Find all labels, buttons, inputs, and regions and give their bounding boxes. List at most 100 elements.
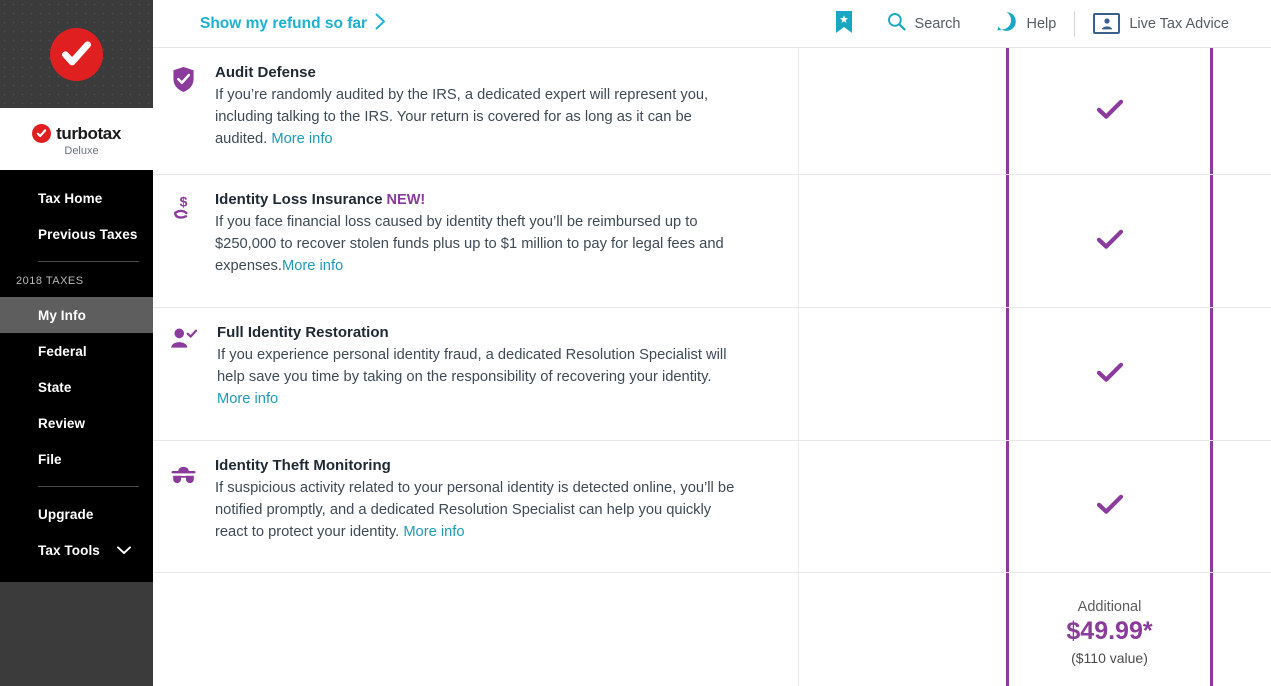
table-row: Audit Defense If you’re randomly audited… [153,48,1271,175]
sidebar-item-previous-taxes[interactable]: Previous Taxes [0,216,153,252]
help-icon: ? [996,11,1017,36]
sidebar-filler [0,582,153,686]
more-info-link[interactable]: More info [271,131,332,147]
plan-column-end [1213,441,1271,572]
feature-cell: Full Identity Restoration If you experie… [153,308,798,440]
plan-column-basic [798,308,1006,440]
price-spacer [153,573,798,686]
live-advisor-icon [1093,13,1121,34]
sidebar-item-upgrade[interactable]: Upgrade [0,496,153,532]
sidebar-item-label: Tax Tools [38,542,100,558]
show-refund-link[interactable]: Show my refund so far [200,13,386,35]
sidebar-item-label: State [38,379,72,395]
plan-column-end [1213,48,1271,174]
feature-description: If you’re randomly audited by the IRS, a… [215,84,730,151]
plan-column-highlighted [1006,48,1213,174]
search-icon [887,12,906,35]
shield-check-icon [167,66,199,96]
sidebar-logo: turbotax Deluxe [0,108,153,170]
plan-column-basic [798,175,1006,307]
feature-title: Identity Theft Monitoring [215,457,391,474]
sidebar-section-label: 2018 TAXES [16,275,84,287]
brand-wordmark: turbotax [56,123,121,143]
main-content: Show my refund so far Search ? Help Live… [153,0,1271,686]
detective-hat-icon [167,463,199,493]
sidebar-divider-2 [38,486,139,487]
check-icon [1095,357,1125,392]
sidebar-nav: Tax Home Previous Taxes 2018 TAXES My In… [0,170,153,582]
table-row: Identity Theft Monitoring If suspicious … [153,441,1271,573]
sidebar-item-label: Previous Taxes [38,226,138,242]
show-refund-label: Show my refund so far [200,14,368,32]
plan-column-end [1213,175,1271,307]
more-info-link[interactable]: More info [282,258,343,274]
sidebar: turbotax Deluxe Tax Home Previous Taxes … [0,0,153,686]
price-amount: $49.99* [1066,617,1153,645]
plan-column-highlighted [1006,175,1213,307]
feature-cell: Audit Defense If you’re randomly audited… [153,48,798,174]
app-root: turbotax Deluxe Tax Home Previous Taxes … [0,0,1271,686]
feature-title: Full Identity Restoration [217,324,389,341]
chevron-down-icon [117,545,131,555]
table-row: $ Identity Loss Insurance NEW! If you fac… [153,175,1271,308]
sidebar-item-tax-tools[interactable]: Tax Tools [0,532,153,568]
turbotax-check-badge-icon [50,27,103,81]
sidebar-item-label: My Info [38,307,86,323]
search-label: Search [914,15,961,32]
sidebar-item-label: Upgrade [38,506,94,522]
check-icon [1095,489,1125,524]
plan-column-highlighted [1006,308,1213,440]
sidebar-item-my-info[interactable]: My Info [0,297,153,333]
feature-description: If suspicious activity related to your p… [215,477,739,544]
feature-title: Audit Defense [215,64,316,81]
chevron-right-icon [375,13,386,35]
brand-edition: Deluxe [64,144,99,157]
feature-title-text: Identity Loss Insurance [215,191,383,208]
check-icon [1095,94,1125,129]
more-info-link[interactable]: More info [403,524,464,540]
hand-dollar-icon: $ [167,193,199,223]
sidebar-item-federal[interactable]: Federal [0,333,153,369]
sidebar-item-label: File [38,451,62,467]
feature-cell: $ Identity Loss Insurance NEW! If you fac… [153,175,798,307]
more-info-link[interactable]: More info [217,391,278,407]
price-label: Additional [1077,599,1142,615]
check-icon [1095,224,1125,259]
table-row: Full Identity Restoration If you experie… [153,308,1271,441]
feature-description: If you experience personal identity frau… [217,344,732,411]
features-table: Audit Defense If you’re randomly audited… [153,48,1271,686]
sidebar-item-label: Review [38,415,86,431]
plan-column-basic [798,441,1006,572]
price-value-note: ($110 value) [1071,650,1148,666]
feature-title: Identity Loss Insurance NEW! [215,191,730,208]
sidebar-item-label: Tax Home [38,190,103,206]
sidebar-item-state[interactable]: State [0,369,153,405]
plan-column-end [1213,573,1271,686]
feature-cell: Identity Theft Monitoring If suspicious … [153,441,798,572]
svg-text:?: ? [1003,16,1010,28]
feature-description: If you face financial loss caused by ide… [215,211,730,278]
plan-column-end [1213,308,1271,440]
new-badge: NEW! [386,192,426,208]
search-button[interactable]: Search [869,0,979,48]
sidebar-item-file[interactable]: File [0,441,153,477]
live-tax-advice-label: Live Tax Advice [1129,15,1229,32]
sidebar-hero [0,0,153,108]
help-button[interactable]: ? Help [978,0,1074,48]
feature-description-text: If suspicious activity related to your p… [215,480,735,541]
sidebar-item-tax-home[interactable]: Tax Home [0,180,153,216]
top-bar-actions: Search ? Help Live Tax Advice [819,0,1247,48]
bookmark-button[interactable] [819,0,869,48]
live-tax-advice-button[interactable]: Live Tax Advice [1075,0,1247,48]
table-row-price: Additional $49.99* ($110 value) [153,573,1271,686]
svg-text:$: $ [179,194,187,210]
help-label: Help [1026,15,1057,32]
feature-description-text: If you experience personal identity frau… [217,347,727,386]
sidebar-item-label: Federal [38,343,87,359]
user-check-icon [167,326,199,356]
turbotax-logo-icon [32,124,52,143]
sidebar-item-review[interactable]: Review [0,405,153,441]
bookmark-icon [835,10,853,38]
plan-column-basic [798,573,1006,686]
plan-column-highlighted [1006,441,1213,572]
